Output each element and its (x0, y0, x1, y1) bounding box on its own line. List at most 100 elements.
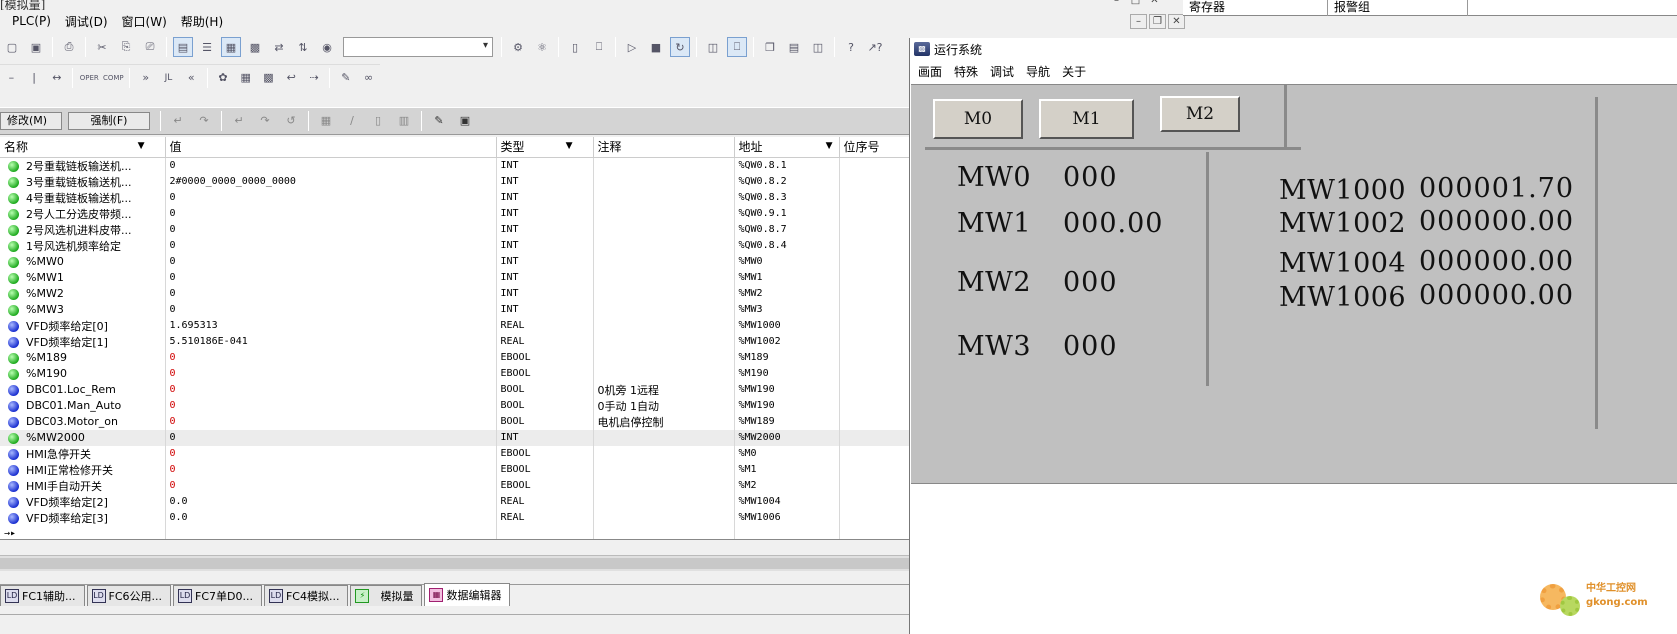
replace-icon[interactable]: ⇅ (293, 37, 313, 57)
simulation-icon[interactable]: ▯ (565, 37, 585, 57)
cell-name[interactable]: %M190 (0, 365, 166, 382)
force-button[interactable]: 强制(F) (68, 112, 150, 130)
line-icon[interactable]: – (2, 68, 21, 88)
table-row[interactable]: %M189 0 EBOOL %M189 (0, 349, 910, 366)
reset-value-icon[interactable]: ↷ (195, 112, 213, 130)
cell-name[interactable]: %MW1 (0, 269, 166, 286)
cell-name[interactable]: 2号人工分选皮带频... (0, 205, 166, 222)
menu-plc[interactable]: PLC(P) (12, 14, 51, 28)
glasses-icon[interactable]: ∞ (359, 68, 378, 88)
table-row[interactable]: %MW1 0 INT %MW1 (0, 269, 910, 286)
m0-button[interactable]: M0 (933, 99, 1023, 139)
arrow-line-icon[interactable]: ↔ (48, 68, 67, 88)
copy-icon[interactable]: ⎘ (116, 37, 136, 57)
close-icon[interactable]: ✕ (1146, 0, 1163, 9)
table-row[interactable]: 2号重载链板输送机... 0 INT %QW0.8.1 (0, 157, 910, 174)
table-row[interactable]: 3号重载链板输送机... 2#0000_0000_0000_0000 INT %QW0… (0, 173, 910, 190)
cell-name[interactable]: %M189 (0, 349, 166, 366)
cell-value[interactable]: 0 (165, 397, 497, 414)
table-row[interactable]: VFD频率给定[2] 0.0 REAL %MW1004 (0, 493, 910, 510)
horizontal-scrollbar[interactable] (0, 555, 910, 571)
cell-value[interactable]: 1.695313 (165, 317, 497, 334)
column-header-name[interactable]: 名称 ▼ (0, 137, 166, 158)
cell-value[interactable]: 0 (165, 221, 497, 238)
mdi-close-icon[interactable]: ✕ (1168, 14, 1185, 29)
cell-name[interactable]: VFD频率给定[0] (0, 317, 166, 334)
search-combobox[interactable] (343, 37, 493, 57)
column-header-value[interactable]: 值 (165, 137, 497, 158)
connect-icon[interactable]: ⎕ (589, 37, 609, 57)
tab-fc4[interactable]: LD FC4模拟... (263, 585, 349, 606)
table-row[interactable]: %MW2000 0 INT %MW2000 (0, 429, 910, 446)
tab-fc6[interactable]: LD FC6公用... (86, 585, 171, 606)
set-value-icon[interactable]: ↵ (169, 112, 187, 130)
column-header-bit-order[interactable]: 位序号 (839, 137, 910, 158)
cell-name[interactable]: HMI正常检修开关 (0, 461, 166, 478)
table-row[interactable]: 2号人工分选皮带频... 0 INT %QW0.9.1 (0, 205, 910, 222)
multi-force-icon[interactable]: ▯ (369, 112, 387, 130)
slash-icon[interactable]: ∕ (343, 112, 361, 130)
block-icon[interactable]: ▦ (236, 68, 255, 88)
table-row[interactable]: 2号风选机进料皮带... 0 INT %QW0.8.7 (0, 221, 910, 238)
force-one-icon[interactable]: ↷ (256, 112, 274, 130)
modify-button[interactable]: 修改(M) (0, 112, 62, 130)
m1-button[interactable]: M1 (1039, 99, 1134, 139)
print-icon[interactable]: ⎙ (59, 37, 79, 57)
new-icon[interactable]: ▢ (2, 37, 22, 57)
column-header-address[interactable]: 地址 ▼ (734, 137, 840, 158)
column-header-comment[interactable]: 注释 (593, 137, 735, 158)
cell-name[interactable]: %MW2 (0, 285, 166, 302)
cell-name[interactable]: %MW2000 (0, 429, 166, 446)
cell-value[interactable]: 0 (165, 205, 497, 222)
build-icon[interactable]: ⚙ (508, 37, 528, 57)
binoculars-icon[interactable]: ◉ (317, 37, 337, 57)
table-row[interactable]: VFD频率给定[3] 0.0 REAL %MW1006 (0, 509, 910, 526)
cell-value[interactable]: 0.0 (165, 493, 497, 510)
table-row[interactable]: %MW0 0 INT %MW0 (0, 253, 910, 270)
cell-value[interactable]: 0 (165, 461, 497, 478)
menu-debug[interactable]: 调试(D) (65, 13, 108, 30)
paste-icon[interactable]: ⎚ (140, 37, 160, 57)
unforce-icon[interactable]: ↺ (282, 112, 300, 130)
stop-icon[interactable]: ■ (646, 37, 666, 57)
cell-name[interactable]: VFD频率给定[3] (0, 509, 166, 526)
contact-icon[interactable]: ⇢ (305, 68, 324, 88)
oper-block-icon[interactable]: OPER (79, 68, 99, 88)
cell-value[interactable]: 0 (165, 445, 497, 462)
m2-button[interactable]: M2 (1160, 96, 1240, 132)
table-row[interactable]: VFD频率给定[0] 1.695313 REAL %MW1000 (0, 317, 910, 334)
tree-view-icon[interactable]: ☰ (197, 37, 217, 57)
runtime-menu-about[interactable]: 关于 (1062, 63, 1086, 80)
cell-value[interactable]: 0 (165, 349, 497, 366)
table-row[interactable]: DBC01.Man_Auto 0 BOOL 0手动 1自动 %MW190 (0, 397, 910, 414)
cell-value[interactable]: 0 (165, 413, 497, 430)
mdi-minimize-icon[interactable]: – (1130, 14, 1147, 29)
vertical-line-icon[interactable]: | (25, 68, 44, 88)
cell-name[interactable]: DBC01.Loc_Rem (0, 381, 166, 398)
project-browser-icon[interactable]: ▤ (173, 37, 193, 57)
cut-icon[interactable]: ✂ (92, 37, 112, 57)
comp-block-icon[interactable]: COMP (103, 68, 124, 88)
at-icon[interactable]: ▣ (456, 112, 474, 130)
cell-name[interactable]: VFD频率给定[1] (0, 333, 166, 350)
refresh-icon[interactable]: ↻ (670, 37, 690, 57)
cell-name[interactable]: %MW0 (0, 253, 166, 270)
save-icon[interactable]: ▣ (26, 37, 46, 57)
jump-label-icon[interactable]: JL (159, 68, 178, 88)
cell-value[interactable]: 0 (165, 253, 497, 270)
cell-value[interactable]: 0 (165, 285, 497, 302)
force-zero-icon[interactable]: ↵ (230, 112, 248, 130)
mdi-restore-icon[interactable]: ❐ (1149, 14, 1166, 29)
cell-value[interactable]: 0 (165, 301, 497, 318)
cell-value[interactable]: 0 (165, 237, 497, 254)
cell-value[interactable]: 0 (165, 381, 497, 398)
table-view-icon[interactable]: ▦ (221, 37, 241, 57)
tile-vertical-icon[interactable]: ◫ (808, 37, 828, 57)
tab-data-editor[interactable]: ▦ 数据编辑器 (424, 583, 511, 606)
cell-value[interactable]: 0 (165, 477, 497, 494)
tab-fc7[interactable]: LD FC7单D0... (173, 585, 262, 606)
cell-name[interactable]: 2号风选机进料皮带... (0, 221, 166, 238)
cell-name[interactable]: DBC01.Man_Auto (0, 397, 166, 414)
dfb-icon[interactable]: ▩ (245, 37, 265, 57)
menu-window[interactable]: 窗口(W) (122, 13, 167, 30)
